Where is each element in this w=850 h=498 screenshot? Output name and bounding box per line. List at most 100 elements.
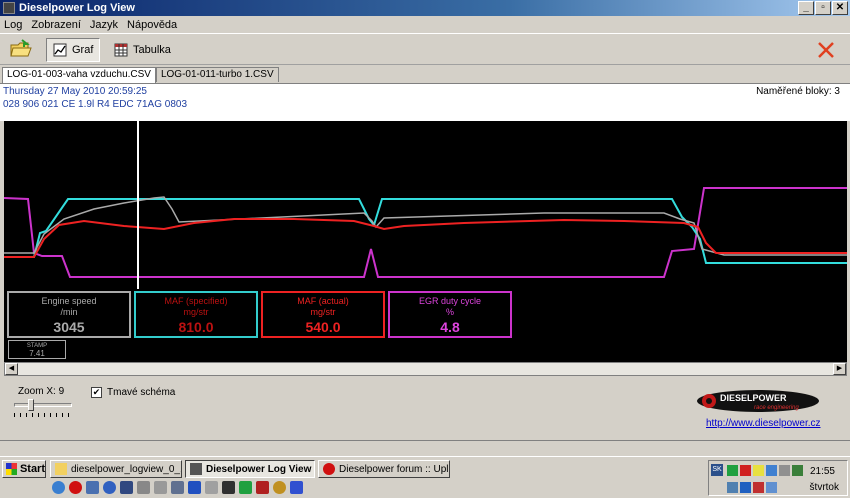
ie-icon[interactable] [52,481,65,494]
app-ql-icon-10[interactable] [273,481,286,494]
graph-area[interactable]: Engine speed /min 3045 MAF (specified) m… [4,121,847,362]
scroll-right-icon[interactable]: ▶ [833,363,846,375]
task-folder[interactable]: dieselpower_logview_0_... [50,460,182,478]
clock-time[interactable]: 21:55 [810,466,835,477]
restore-button[interactable]: ▫ [815,1,831,15]
zoom-slider-thumb[interactable] [28,399,34,411]
shield-icon[interactable] [753,482,764,493]
app-ql-icon-11[interactable] [290,481,303,494]
task-folder-label: dieselpower_logview_0_... [71,463,182,475]
opera-icon [323,463,335,475]
readout-egr-duty-value: 4.8 [440,319,460,335]
website-link[interactable]: http://www.dieselpower.cz [706,418,821,429]
measured-blocks: Naměřené bloky: 3 [756,86,840,97]
minimize-button[interactable]: _ [798,1,814,15]
app-ql-icon-6[interactable] [205,481,218,494]
readout-egr-duty-unit: % [445,307,454,317]
open-folder-icon[interactable] [10,39,32,59]
taskbar: Start dieselpower_logview_0_... Dieselpo… [0,456,850,498]
stamp-value: 7.41 [29,349,45,358]
app-ql-icon-8[interactable] [239,481,252,494]
readout-maf-actual-name: MAF (actual) [297,296,349,306]
graph-label: Graf [72,44,94,56]
menu-log[interactable]: Log [4,19,22,31]
system-tray: SK 21:55 štvrtok [708,460,848,496]
network-icon[interactable] [727,482,738,493]
log-info: Thursday 27 May 2010 20:59:25 028 906 02… [0,83,850,121]
tab-file-2[interactable]: LOG-01-011-turbo 1.CSV [155,67,279,82]
tray-icons-row-2 [727,482,777,493]
readout-engine-speed-value: 3045 [53,319,85,335]
desktop-icon[interactable] [120,481,133,494]
app-ql-icon-2[interactable] [137,481,150,494]
start-button[interactable]: Start [2,460,46,478]
app-ql-icon-9[interactable] [256,481,269,494]
menu-view[interactable]: Zobrazení [31,19,81,31]
quick-launch [52,481,303,494]
series-line-maf-actual [4,218,847,258]
menu-language[interactable]: Jazyk [90,19,118,31]
zoom-slider-track[interactable] [14,403,72,407]
tray-icon-3[interactable] [766,465,777,476]
table-button[interactable]: Tabulka [108,38,177,62]
stamp-box: STAMP 7.41 [8,340,66,359]
zoom-slider-ticks [14,413,72,417]
tab-file-1[interactable]: LOG-01-003-vaha vzduchu.CSV [2,67,156,83]
ecu-info: 028 906 021 CE 1.9l R4 EDC 71AG 0803 [3,99,188,110]
tray-icon-6[interactable] [740,482,751,493]
dieselpower-logo: DIESELPOWER race engineering [697,390,819,412]
tray-icons-row-1 [727,465,803,476]
window-controls: _ ▫ ✕ [798,1,848,15]
readout-engine-speed: Engine speed /min 3045 [7,291,131,338]
window-title: Dieselpower Log View [19,2,135,14]
readout-maf-specified-value: 810.0 [178,319,214,335]
app-ql-icon-5[interactable] [188,481,201,494]
task-opera[interactable]: Dieselpower forum :: Upl... [318,460,450,478]
clock-day: štvrtok [809,482,839,493]
graph-icon [53,43,67,57]
file-tabs: LOG-01-003-vaha vzduchu.CSV LOG-01-011-t… [2,67,279,83]
table-label: Tabulka [133,44,171,56]
table-icon [114,43,128,57]
start-label: Start [19,463,45,475]
readout-egr-duty-name: EGR duty cycle [418,296,482,306]
close-window-button[interactable]: ✕ [832,1,848,15]
volume-icon[interactable] [753,465,764,476]
dark-scheme-checkbox[interactable]: ✔ [91,387,102,398]
app-ql-icon-1[interactable] [86,481,99,494]
menu-bar: Log Zobrazení Jazyk Nápověda [0,16,850,33]
svg-text:race engineering: race engineering [754,405,799,411]
app-ql-icon-4[interactable] [171,481,184,494]
readout-engine-speed-name: Engine speed [41,296,97,306]
opera-ql-icon[interactable] [69,481,82,494]
horizontal-scrollbar[interactable]: ◀ ▶ [4,362,847,376]
readout-maf-specified-unit: mg/str [183,307,209,317]
app-icon-small [190,463,202,475]
close-icon[interactable] [816,40,836,60]
tray-icon-5[interactable] [792,465,803,476]
language-indicator[interactable]: SK [711,464,723,476]
app-ql-icon-7[interactable] [222,481,235,494]
task-opera-label: Dieselpower forum :: Upl... [339,463,450,475]
readout-maf-actual-unit: mg/str [310,307,336,317]
readout-engine-speed-unit: /min [60,307,78,317]
readout-maf-actual-value: 540.0 [305,319,341,335]
app-ql-icon-3[interactable] [154,481,167,494]
media-icon[interactable] [103,481,116,494]
title-bar: Dieselpower Log View _ ▫ ✕ [0,0,850,16]
readout-maf-actual: MAF (actual) mg/str 540.0 [261,291,385,338]
graph-button[interactable]: Graf [46,38,101,62]
readout-egr-duty: EGR duty cycle % 4.8 [388,291,512,338]
toolbar: Graf Tabulka [0,33,850,65]
readout-maf-specified-name: MAF (specified) [164,296,228,306]
tray-icon-1[interactable] [727,465,738,476]
tray-icon-4[interactable] [779,465,790,476]
tray-icon-2[interactable] [740,465,751,476]
menu-help[interactable]: Nápověda [127,19,177,31]
task-logview[interactable]: Dieselpower Log View [185,460,315,478]
task-logview-label: Dieselpower Log View [206,463,312,475]
windows-flag-icon [6,463,17,475]
tray-icon-7[interactable] [766,482,777,493]
zoom-label: Zoom X: 9 [18,386,65,397]
scroll-left-icon[interactable]: ◀ [5,363,18,375]
